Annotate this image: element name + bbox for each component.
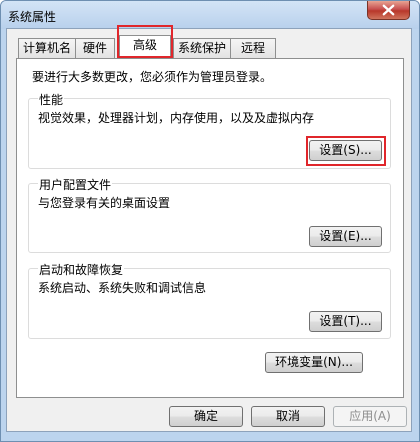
tab-hardware[interactable]: 硬件 [75, 38, 115, 58]
cancel-button[interactable]: 取消 [251, 406, 325, 427]
button-label: 应用(A) [349, 409, 391, 423]
button-label: 确定 [193, 409, 218, 423]
startup-recovery-settings-button[interactable]: 设置(T)... [309, 311, 382, 332]
button-label: 环境变量(N)... [275, 355, 353, 369]
performance-button-highlight [306, 136, 386, 166]
performance-description: 视觉效果，处理器计划，内存使用，以及及虚拟内存 [38, 111, 315, 125]
startup-recovery-description: 系统启动、系统失败和调试信息 [38, 281, 207, 295]
user-profiles-settings-button[interactable]: 设置(E)... [309, 226, 382, 247]
user-profiles-description: 与您登录有关的桌面设置 [38, 196, 171, 210]
environment-variables-button[interactable]: 环境变量(N)... [265, 352, 363, 373]
advanced-tab-highlight [117, 25, 173, 58]
performance-title: 性能 [38, 91, 65, 108]
tab-label: 远程 [240, 41, 265, 55]
button-label: 设置(T)... [319, 314, 372, 328]
close-button[interactable] [367, 1, 410, 20]
tab-system-protection[interactable]: 系统保护 [173, 38, 231, 58]
ok-button[interactable]: 确定 [169, 406, 243, 427]
apply-button[interactable]: 应用(A) [333, 406, 407, 427]
tab-label: 系统保护 [177, 41, 226, 55]
close-icon [382, 4, 395, 16]
tab-remote[interactable]: 远程 [230, 38, 276, 58]
startup-recovery-title: 启动和故障恢复 [38, 261, 125, 278]
title-bar[interactable]: 系统属性 [1, 1, 419, 29]
user-profiles-title: 用户配置文件 [38, 176, 113, 193]
tab-label: 计算机名 [22, 41, 71, 55]
admin-note: 要进行大多数更改，您必须作为管理员登录。 [32, 70, 273, 84]
button-label: 取消 [275, 409, 300, 423]
tab-computer-name[interactable]: 计算机名 [18, 38, 76, 58]
button-label: 设置(E)... [319, 229, 372, 243]
tab-label: 硬件 [82, 41, 107, 55]
window-title: 系统属性 [8, 10, 57, 24]
